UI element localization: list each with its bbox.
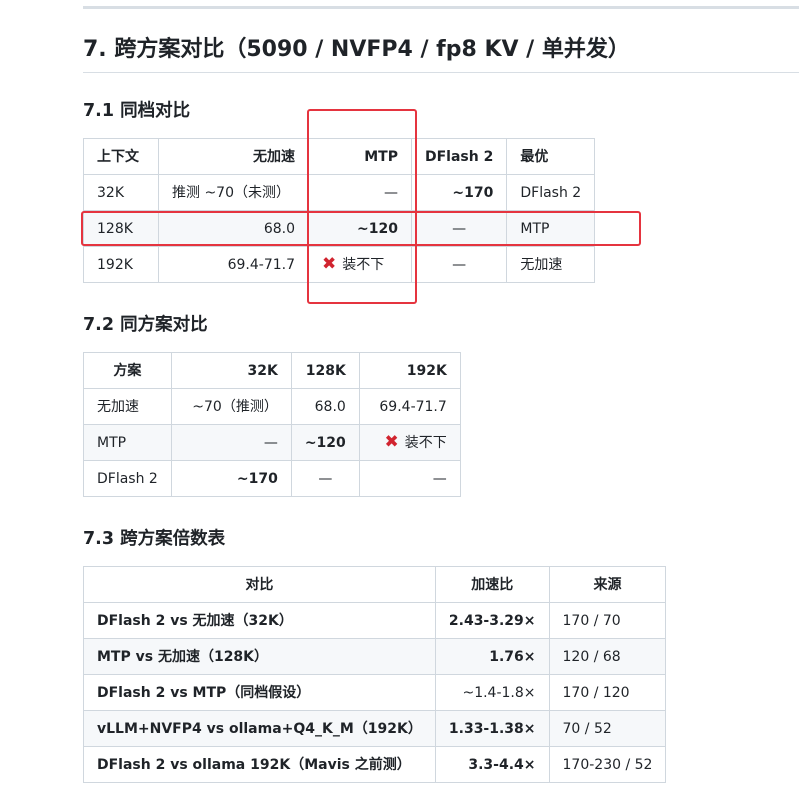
table-header-cell: 加速比 [434, 566, 550, 603]
table-header-cell: 来源 [548, 566, 667, 603]
table-row: 192K 69.4-71.7 ✖ 装不下 — 无加速 [83, 246, 596, 283]
table-header-cell: 192K [358, 352, 461, 389]
table-cell: DFlash 2 vs ollama 192K（Mavis 之前测） [83, 746, 436, 783]
top-divider [83, 6, 799, 9]
table-cell: 3.3-4.4× [434, 746, 550, 783]
cell-text: 装不下 [342, 257, 385, 273]
table-cell: — [290, 460, 360, 497]
table-cell: 70 / 52 [548, 710, 667, 747]
same-tier-table: 上下文 无加速 MTP DFlash 2 最优 32K 推测 ~70（未测） —… [83, 138, 596, 283]
table-cell: ✖ 装不下 [308, 246, 412, 283]
table-cell: vLLM+NVFP4 vs ollama+Q4_K_M（192K） [83, 710, 436, 747]
same-scheme-table: 方案 32K 128K 192K 无加速 ~70（推测） 68.0 69.4-7… [83, 352, 461, 497]
table-cell: MTP vs 无加速（128K） [83, 638, 436, 675]
table-cell: ~70（推测） [170, 388, 292, 425]
table-row: MTP vs 无加速（128K） 1.76× 120 / 68 [83, 638, 667, 675]
table-cell: ~120 [290, 424, 360, 461]
table-cell: 192K [83, 246, 159, 283]
table-cell: ~170 [170, 460, 292, 497]
table-cell: 无加速 [83, 388, 172, 425]
table-header-cell: 无加速 [158, 138, 309, 175]
cross-mark-icon: ✖ [384, 432, 399, 452]
table-cell: DFlash 2 [506, 174, 596, 211]
table-cell: — [170, 424, 292, 461]
table-cell: 2.43-3.29× [434, 602, 550, 639]
table-cell: 68.0 [290, 388, 360, 425]
table-cell: 170 / 120 [548, 674, 667, 711]
cell-text: 装不下 [404, 435, 447, 451]
table-cell: 68.0 [158, 210, 309, 247]
table-cell: — [410, 210, 508, 247]
section-heading: 7. 跨方案对比（5090 / NVFP4 / fp8 KV / 单并发） [83, 37, 630, 62]
table-cell: ✖ 装不下 [358, 424, 461, 461]
table-cell: — [358, 460, 461, 497]
table-cell: 128K [83, 210, 159, 247]
table-row: 无加速 ~70（推测） 68.0 69.4-71.7 [83, 388, 461, 425]
table-row: MTP — ~120 ✖ 装不下 [83, 424, 461, 461]
table-cell: ~170 [410, 174, 508, 211]
table-header-cell: 128K [290, 352, 360, 389]
table-row: DFlash 2 vs ollama 192K（Mavis 之前测） 3.3-4… [83, 746, 667, 783]
table-cell: — [308, 174, 412, 211]
table-header-cell: 方案 [83, 352, 172, 389]
subsection-title-7-3: 7.3 跨方案倍数表 [83, 529, 226, 549]
table-row: vLLM+NVFP4 vs ollama+Q4_K_M（192K） 1.33-1… [83, 710, 667, 747]
table-row: 128K 68.0 ~120 — MTP [83, 210, 596, 247]
table-cell: 无加速 [506, 246, 596, 283]
heading-divider [83, 72, 799, 73]
table-cell: 推测 ~70（未测） [158, 174, 309, 211]
table-row: DFlash 2 vs 无加速（32K） 2.43-3.29× 170 / 70 [83, 602, 667, 639]
table-cell: 1.76× [434, 638, 550, 675]
table-header-row: 上下文 无加速 MTP DFlash 2 最优 [83, 138, 596, 175]
table-header-cell: 32K [170, 352, 292, 389]
table-header-cell: 上下文 [83, 138, 159, 175]
table-header-row: 对比 加速比 来源 [83, 566, 667, 603]
table-header-cell: DFlash 2 [410, 138, 508, 175]
table-cell: 120 / 68 [548, 638, 667, 675]
table-cell: ~120 [308, 210, 412, 247]
table-cell: DFlash 2 [83, 460, 172, 497]
table-cell: DFlash 2 vs MTP（同档假设） [83, 674, 436, 711]
table-row: DFlash 2 vs MTP（同档假设） ~1.4-1.8× 170 / 12… [83, 674, 667, 711]
cross-mark-icon: ✖ [322, 254, 337, 274]
table-header-cell: 最优 [506, 138, 596, 175]
table-header-row: 方案 32K 128K 192K [83, 352, 461, 389]
ratio-table: 对比 加速比 来源 DFlash 2 vs 无加速（32K） 2.43-3.29… [83, 566, 667, 783]
table-cell: MTP [83, 424, 172, 461]
table-cell: MTP [506, 210, 596, 247]
table-row: 32K 推测 ~70（未测） — ~170 DFlash 2 [83, 174, 596, 211]
table-cell: 1.33-1.38× [434, 710, 550, 747]
subsection-title-7-1: 7.1 同档对比 [83, 101, 191, 121]
table-cell: 69.4-71.7 [358, 388, 461, 425]
table-cell: DFlash 2 vs 无加速（32K） [83, 602, 436, 639]
table-header-cell: 对比 [83, 566, 436, 603]
table-header-cell: MTP [308, 138, 412, 175]
table-cell: 32K [83, 174, 159, 211]
table-row: DFlash 2 ~170 — — [83, 460, 461, 497]
table-cell: 170 / 70 [548, 602, 667, 639]
table-cell: 170-230 / 52 [548, 746, 667, 783]
table-cell: ~1.4-1.8× [434, 674, 550, 711]
subsection-title-7-2: 7.2 同方案对比 [83, 315, 208, 335]
table-cell: 69.4-71.7 [158, 246, 309, 283]
table-cell: — [410, 246, 508, 283]
